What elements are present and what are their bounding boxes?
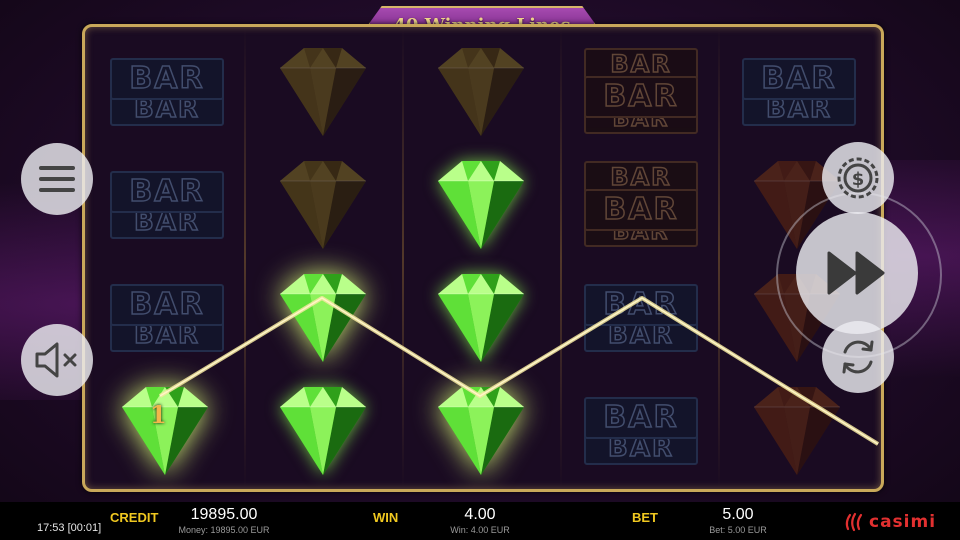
session-clock: 17:53 [00:01] bbox=[37, 522, 102, 534]
fast-forward-icon bbox=[827, 251, 885, 295]
green-gem-symbol bbox=[438, 160, 524, 249]
reel-2 bbox=[244, 27, 402, 489]
brand-name: casimi bbox=[869, 512, 937, 532]
brand-logo: casimi bbox=[843, 510, 936, 534]
gold-gem-symbol bbox=[280, 160, 366, 249]
coin-dollar-icon: $ bbox=[837, 157, 879, 199]
reel-cell bbox=[244, 372, 402, 485]
refresh-icon bbox=[842, 340, 874, 374]
gold-gem-symbol bbox=[438, 47, 524, 136]
reel-cell bbox=[244, 146, 402, 259]
reel-cell: BAR BAR bbox=[560, 259, 718, 372]
bar-symbol: BAR BAR bbox=[580, 280, 698, 352]
bar-symbol: BAR BAR bbox=[738, 54, 856, 126]
win-label: WIN bbox=[373, 510, 399, 525]
reel-cell: BAR BAR BAR bbox=[560, 146, 718, 259]
reel-cell: BAR BAR bbox=[718, 33, 876, 146]
triple-bar-symbol: BAR BAR BAR bbox=[580, 47, 698, 134]
reel-cell bbox=[244, 259, 402, 372]
reel-area: BAR BAR BAR BAR BAR BAR BAR BAR BAR BAR … bbox=[82, 24, 884, 492]
casimi-logo-icon bbox=[845, 512, 863, 532]
bet-label: BET bbox=[632, 510, 658, 525]
reel-cell: BAR BAR BAR bbox=[560, 33, 718, 146]
green-gem-symbol bbox=[280, 386, 366, 475]
svg-text:$: $ bbox=[852, 169, 865, 190]
menu-button[interactable] bbox=[21, 143, 93, 215]
bet-button[interactable]: $ bbox=[822, 142, 894, 214]
green-gem-symbol bbox=[438, 273, 524, 362]
spin-button[interactable] bbox=[796, 212, 918, 334]
gold-gem-symbol bbox=[280, 47, 366, 136]
reel-cell: BAR BAR bbox=[86, 146, 244, 259]
win-sub: Win: 4.00 EUR bbox=[450, 525, 510, 535]
credit-value: 19895.00 bbox=[190, 506, 258, 523]
bar-symbol: BAR BAR bbox=[580, 393, 698, 465]
reel-cell: BAR BAR bbox=[560, 372, 718, 485]
bar-symbol: BAR BAR bbox=[106, 280, 224, 352]
red-gem-symbol bbox=[754, 386, 840, 475]
win-value: 4.00 bbox=[464, 506, 496, 523]
reel-cell: BAR BAR bbox=[86, 259, 244, 372]
speaker-muted-icon bbox=[35, 342, 77, 378]
bar-symbol: BAR BAR bbox=[106, 54, 224, 126]
reel-cell: BAR BAR bbox=[86, 33, 244, 146]
credit-label: CREDIT bbox=[110, 510, 159, 525]
payline-number: 1 bbox=[150, 400, 167, 429]
menu-icon bbox=[39, 166, 75, 192]
reel-cell bbox=[402, 259, 560, 372]
bet-value: 5.00 bbox=[722, 506, 754, 523]
green-gem-symbol bbox=[438, 386, 524, 475]
autoplay-button[interactable] bbox=[822, 321, 894, 393]
reel-cell bbox=[402, 372, 560, 485]
bar-symbol: BAR BAR bbox=[106, 167, 224, 239]
credit-money-sub: Money: 19895.00 EUR bbox=[178, 525, 270, 535]
green-gem-symbol bbox=[280, 273, 366, 362]
reel-3 bbox=[402, 27, 560, 489]
reel-4: BAR BAR BAR BAR BAR BAR BAR BAR BAR BAR bbox=[560, 27, 718, 489]
reel-cell bbox=[244, 33, 402, 146]
reel-cell bbox=[402, 146, 560, 259]
sound-button[interactable] bbox=[21, 324, 93, 396]
bet-sub: Bet: 5.00 EUR bbox=[709, 525, 767, 535]
reel-cell bbox=[402, 33, 560, 146]
triple-bar-symbol: BAR BAR BAR bbox=[580, 160, 698, 247]
